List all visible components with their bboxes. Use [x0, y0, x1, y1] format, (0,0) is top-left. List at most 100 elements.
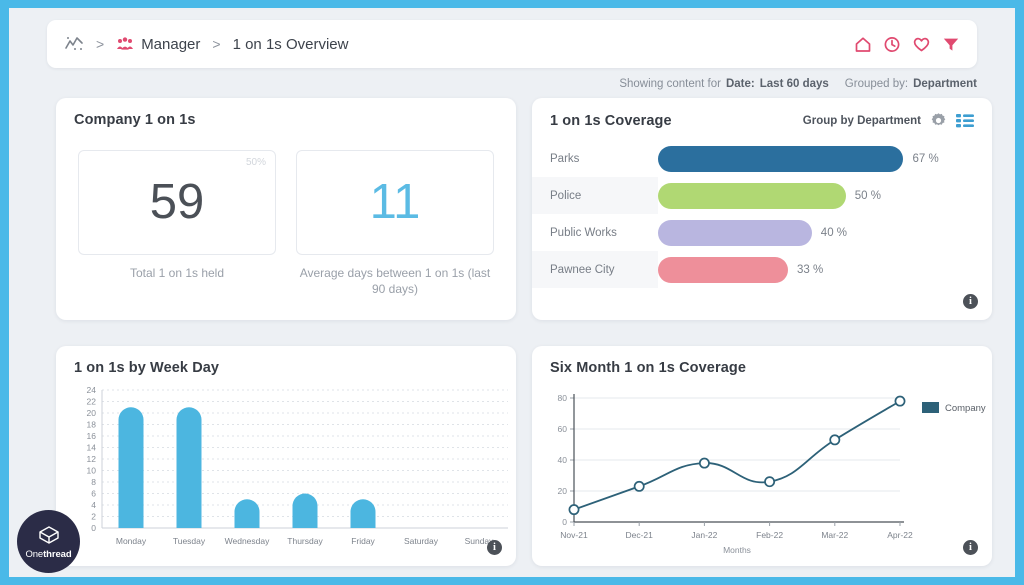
breadcrumb-bar: > Manager > 1 on 1s Overview	[47, 20, 977, 68]
coverage-row-pct: 40 %	[820, 226, 848, 239]
svg-text:0: 0	[562, 517, 567, 527]
onethread-mark-icon	[38, 525, 59, 544]
coverage-row-bar	[658, 145, 904, 172]
svg-text:Thursday: Thursday	[287, 536, 323, 546]
dashboard-page: > Manager > 1 on 1s Overview Showing con…	[9, 8, 1015, 577]
kpi-avg-caption: Average days between 1 on 1s (last 90 da…	[299, 266, 491, 297]
sixmonth-card-header: Six Month 1 on 1s Coverage	[532, 346, 992, 376]
svg-text:Nov-21: Nov-21	[560, 530, 588, 540]
coverage-card-controls: Group by Department	[803, 112, 974, 129]
svg-text:40: 40	[558, 455, 568, 465]
heart-icon[interactable]	[912, 36, 931, 53]
coverage-row-track: 33 %	[658, 251, 992, 288]
company-card-title: Company 1 on 1s	[74, 112, 196, 128]
home-icon[interactable]	[854, 36, 872, 53]
onethread-wordmark: Onethread	[25, 548, 72, 560]
info-icon[interactable]: i	[963, 540, 978, 555]
kpi-total-caption: Total 1 on 1s held	[129, 266, 225, 280]
top-action-icons	[854, 36, 960, 53]
breadcrumb-separator-1: >	[96, 36, 105, 52]
coverage-row-bar	[658, 182, 846, 209]
coverage-row-track: 67 %	[658, 140, 992, 177]
svg-text:Months: Months	[723, 545, 751, 555]
weekday-card-header: 1 on 1s by Week Day	[56, 346, 516, 376]
svg-text:Saturday: Saturday	[404, 536, 439, 546]
people-group-icon	[116, 37, 134, 51]
kpi-total-box: 50% 59	[78, 150, 276, 255]
svg-text:8: 8	[91, 477, 96, 487]
coverage-row-name: Pawnee City	[532, 251, 658, 288]
status-filter-summary: Showing content for Date: Last 60 days G…	[619, 78, 977, 90]
kpi-avg-days: 11 Average days between 1 on 1s (last 90…	[296, 150, 494, 297]
breadcrumb-current-label: 1 on 1s Overview	[232, 35, 349, 53]
svg-text:10: 10	[87, 466, 97, 476]
weekday-chart: 0 2 4 6 8 10 12 14 16 18 20 22 24 Monday Tuesday Wednes…	[56, 382, 516, 566]
table-row[interactable]: Public Works 40 %	[532, 214, 992, 251]
svg-text:0: 0	[91, 523, 96, 533]
svg-text:Jan-22: Jan-22	[691, 530, 717, 540]
analytics-trend-icon[interactable]	[64, 36, 84, 52]
svg-text:Dec-21: Dec-21	[625, 530, 653, 540]
svg-text:24: 24	[87, 385, 97, 395]
svg-text:12: 12	[87, 454, 97, 464]
kpi-avg-box: 11	[296, 150, 494, 255]
info-icon[interactable]: i	[963, 294, 978, 309]
kpi-total-1on1s: 50% 59 Total 1 on 1s held	[78, 150, 276, 297]
status-date-label: Date:	[725, 78, 755, 90]
breadcrumb: > Manager > 1 on 1s Overview	[64, 36, 854, 53]
coverage-row-pct: 50 %	[854, 189, 881, 202]
breadcrumb-separator-2: >	[212, 36, 221, 52]
list-view-icon[interactable]	[956, 113, 974, 128]
coverage-row-name: Police	[532, 177, 658, 214]
svg-text:Feb-22: Feb-22	[756, 530, 783, 540]
table-row[interactable]: Pawnee City 33 %	[532, 251, 992, 288]
svg-text:Monday: Monday	[116, 536, 147, 546]
weekday-bar-svg: 024681012141618202224Monday Tuesday Wednes…	[87, 385, 508, 546]
svg-text:Mar-22: Mar-22	[821, 530, 848, 540]
clock-icon[interactable]	[883, 36, 901, 53]
svg-text:14: 14	[87, 443, 97, 453]
coverage-row-bar	[658, 219, 812, 246]
company-card-header: Company 1 on 1s	[56, 98, 516, 128]
svg-text:60: 60	[558, 424, 568, 434]
coverage-row-pct: 67 %	[912, 152, 939, 165]
coverage-row-name: Public Works	[550, 226, 617, 239]
sixmonth-line-chart-card: Six Month 1 on 1s Coverage 0 20 40 60 80 Nov-…	[532, 346, 992, 566]
svg-text:4: 4	[91, 500, 96, 510]
onethread-watermark-logo: Onethread	[17, 510, 80, 573]
breadcrumb-item-manager[interactable]: Manager	[116, 36, 200, 53]
svg-text:80: 80	[558, 393, 568, 403]
gear-icon[interactable]	[930, 112, 947, 129]
kpi-group: 50% 59 Total 1 on 1s held 11 Average day…	[56, 128, 516, 297]
svg-text:16: 16	[87, 431, 97, 441]
coverage-row-track: 40 %	[658, 214, 992, 251]
coverage-row-pct: 33 %	[797, 263, 824, 276]
coverage-rows: Parks 67 % Police 50 % Public Works 40 %	[532, 140, 992, 288]
coverage-card: 1 on 1s Coverage Group by Department Par…	[532, 98, 992, 320]
svg-text:Wednesday: Wednesday	[225, 536, 270, 546]
coverage-card-title: 1 on 1s Coverage	[550, 112, 672, 129]
status-prefix: Showing content for	[619, 78, 721, 90]
table-row[interactable]: Parks 67 %	[532, 140, 992, 177]
sixmonth-chart: 0 20 40 60 80 Nov-21 Dec-21 Jan-22 Feb-22 Mar-22 A…	[532, 382, 992, 566]
svg-text:Friday: Friday	[351, 536, 375, 546]
svg-text:Company: Company	[945, 403, 986, 414]
coverage-card-header: 1 on 1s Coverage Group by Department	[532, 98, 992, 129]
coverage-row-track: 50 %	[658, 177, 992, 214]
coverage-row-name: Parks	[550, 152, 580, 165]
svg-text:Apr-22: Apr-22	[887, 530, 913, 540]
svg-text:18: 18	[87, 420, 97, 430]
kpi-avg-value: 11	[369, 175, 421, 229]
filter-icon[interactable]	[942, 36, 960, 53]
group-by-label[interactable]: Group by Department	[803, 115, 921, 127]
svg-text:22: 22	[87, 397, 97, 407]
sixmonth-line-svg: 0 20 40 60 80 Nov-21 Dec-21 Jan-22 Feb-22 Mar-22 A…	[558, 393, 986, 555]
company-1on1s-card: Company 1 on 1s 50% 59 Total 1 on 1s hel…	[56, 98, 516, 320]
info-icon[interactable]: i	[487, 540, 502, 555]
weekday-card-title: 1 on 1s by Week Day	[74, 360, 220, 376]
svg-text:20: 20	[87, 408, 97, 418]
weekday-bar-chart-card: 1 on 1s by Week Day 0 2 4 6 8 10 12 14 16 18 20 22 2…	[56, 346, 516, 566]
status-group-label: Grouped by:	[844, 78, 909, 90]
kpi-total-badge: 50%	[245, 157, 266, 168]
table-row[interactable]: Police 50 %	[532, 177, 992, 214]
